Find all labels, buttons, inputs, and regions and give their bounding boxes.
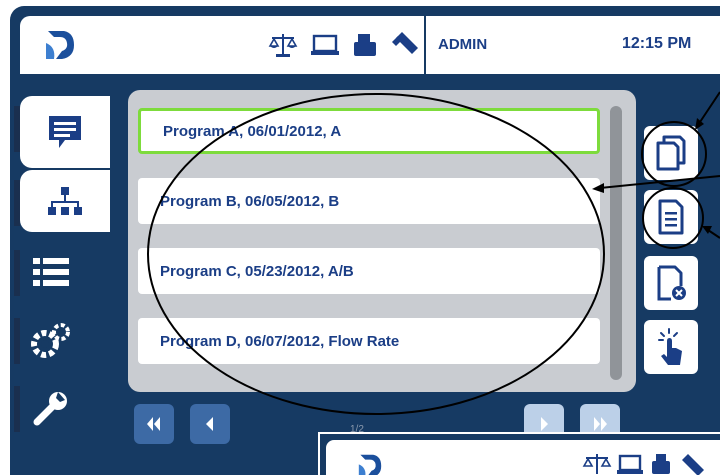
annotation-ellipse-list [147, 93, 605, 415]
annotation-arrow-edit [702, 226, 720, 239]
annotation-circle-edit [642, 187, 704, 249]
annotation-overlay [147, 91, 720, 415]
annotation-circle-copy [641, 121, 707, 187]
annotation-arrow-copy [695, 91, 720, 130]
annotation-arrow-list [592, 175, 720, 193]
